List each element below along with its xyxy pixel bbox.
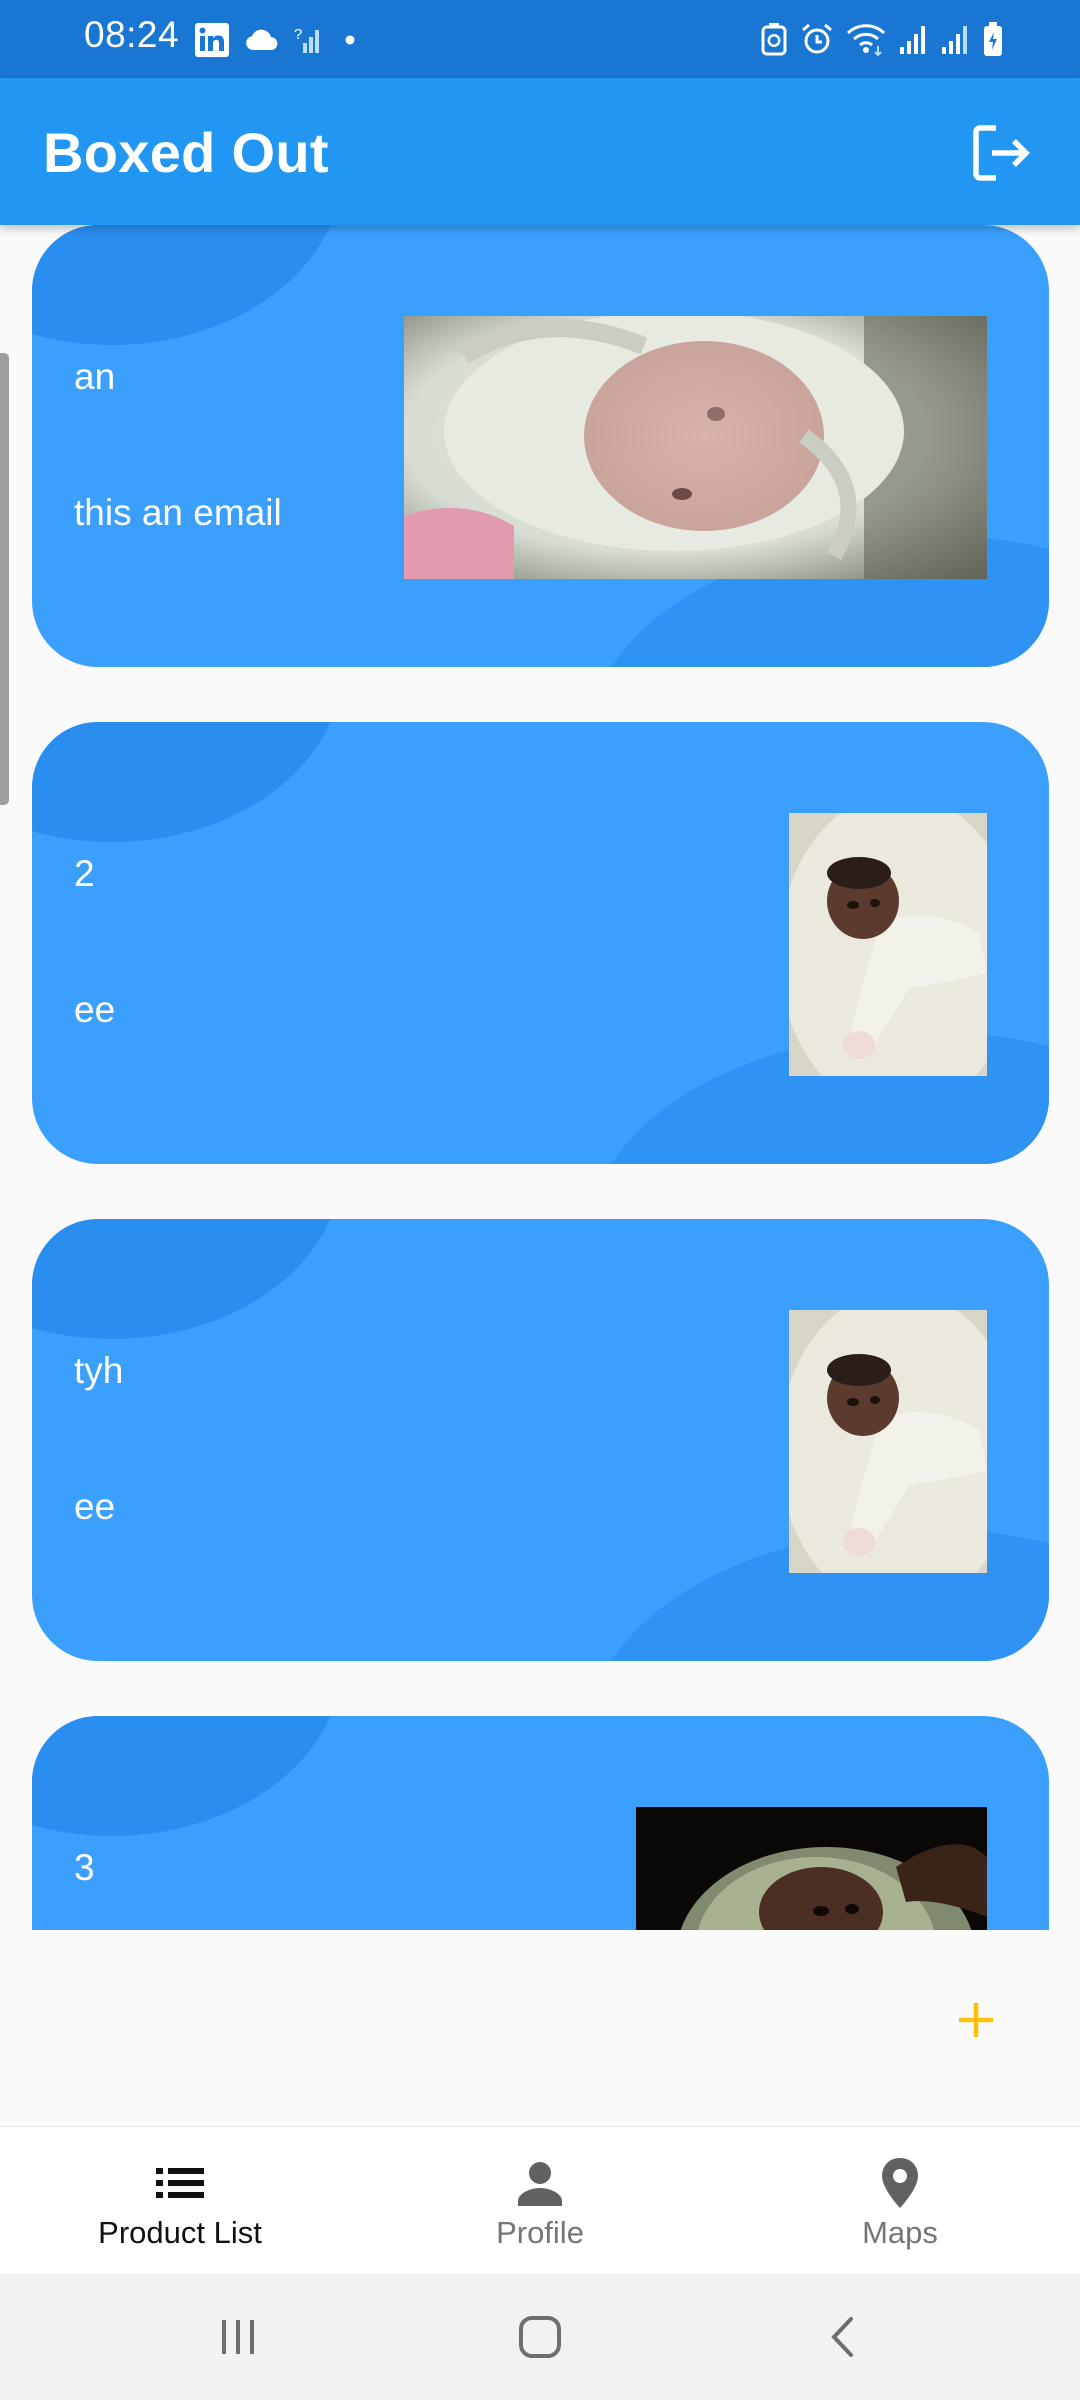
- status-right-icons: [760, 18, 1004, 60]
- location-pin-icon: [872, 2155, 928, 2211]
- svg-text:?: ?: [294, 26, 302, 43]
- product-image: [404, 316, 987, 579]
- card-decoration: [32, 722, 342, 842]
- nav-label-profile: Profile: [496, 2215, 584, 2250]
- back-icon: [831, 2317, 853, 2357]
- recents-icon: [222, 2320, 254, 2354]
- product-subtitle: ee: [74, 989, 116, 1030]
- bottom-navigation: Product List Profile Maps: [0, 2126, 1080, 2275]
- recents-button[interactable]: [203, 2304, 273, 2370]
- cloud-icon: [244, 28, 280, 52]
- product-title: 3: [74, 1847, 95, 1888]
- product-card[interactable]: an this an email: [32, 225, 1049, 667]
- product-subtitle: this an email: [74, 492, 282, 533]
- add-product-button[interactable]: [946, 1990, 1006, 2050]
- status-bar: 08:24 ?: [0, 0, 1080, 78]
- home-icon: [519, 2316, 561, 2358]
- product-list[interactable]: an this an email 2 ee tyh ee 3: [0, 225, 1080, 1930]
- signal-unknown-icon: ?: [294, 25, 324, 55]
- page-title: Boxed Out: [43, 121, 329, 184]
- back-button[interactable]: [808, 2304, 878, 2370]
- product-card[interactable]: tyh ee: [32, 1219, 1049, 1661]
- plus-icon: [959, 2003, 993, 2037]
- battery-saver-icon: [760, 22, 788, 56]
- list-icon: [152, 2155, 208, 2211]
- nav-label-product-list: Product List: [98, 2215, 262, 2250]
- wifi-icon: [846, 22, 886, 56]
- card-decoration: [32, 225, 342, 345]
- home-button[interactable]: [505, 2304, 575, 2370]
- product-title: tyh: [74, 1350, 124, 1391]
- alarm-icon: [800, 22, 834, 56]
- dot-icon: [338, 28, 362, 52]
- signal-icon: [940, 23, 970, 55]
- product-image: [789, 813, 987, 1076]
- nav-item-maps[interactable]: Maps: [720, 2127, 1080, 2275]
- nav-item-profile[interactable]: Profile: [360, 2127, 720, 2275]
- battery-charging-icon: [982, 21, 1004, 57]
- product-image: [789, 1310, 987, 1573]
- status-left-icons: ?: [194, 20, 362, 60]
- scrollbar[interactable]: [0, 353, 9, 805]
- person-icon: [512, 2155, 568, 2211]
- signal-icon: [898, 23, 928, 55]
- system-navigation-bar: [0, 2274, 1080, 2400]
- product-card[interactable]: 2 ee: [32, 722, 1049, 1164]
- status-time: 08:24: [84, 14, 180, 55]
- linkedin-icon: [194, 22, 230, 58]
- card-decoration: [32, 1219, 342, 1339]
- product-card[interactable]: 3: [32, 1716, 1049, 1930]
- nav-item-product-list[interactable]: Product List: [0, 2127, 360, 2275]
- card-decoration: [32, 1716, 342, 1836]
- app-bar: Boxed Out: [0, 78, 1080, 225]
- logout-button[interactable]: [970, 122, 1032, 184]
- product-image: [636, 1807, 987, 1930]
- logout-icon: [973, 125, 1030, 181]
- product-title: 2: [74, 853, 95, 894]
- product-subtitle: ee: [74, 1486, 116, 1527]
- nav-label-maps: Maps: [862, 2215, 938, 2250]
- product-title: an: [74, 356, 116, 397]
